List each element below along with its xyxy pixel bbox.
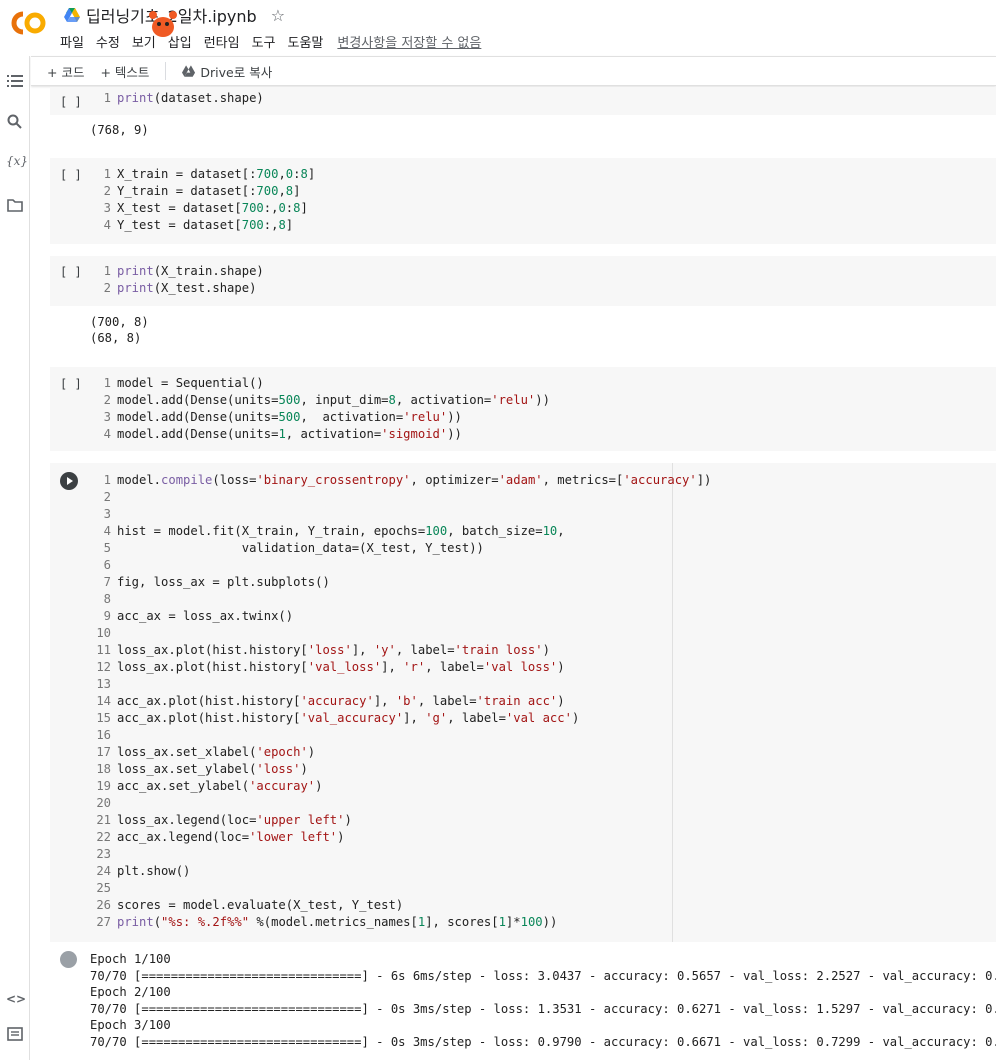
code-editor[interactable]: 1 print(X_train.shape) 2 print(X_test.shap…	[95, 263, 264, 297]
cell-output: (700, 8) (68, 8)	[90, 314, 149, 346]
menu-view[interactable]: 보기	[132, 32, 156, 51]
menu-file[interactable]: 파일	[60, 32, 84, 51]
colab-logo-icon[interactable]	[9, 10, 47, 36]
menu-bar: 파일 수정 보기 삽입 런타임 도구 도움말 변경사항을 저장할 수 없음	[60, 32, 481, 51]
output-line: 70/70 [==============================] -…	[90, 968, 996, 983]
output-line: Epoch 3/100	[90, 1018, 171, 1032]
output-line: (68, 8)	[90, 331, 142, 345]
drive-icon	[182, 65, 196, 77]
search-icon[interactable]	[6, 113, 24, 131]
add-text-button[interactable]: + 텍스트	[100, 62, 149, 81]
menu-tools[interactable]: 도구	[252, 32, 276, 51]
menu-runtime[interactable]: 런타임	[204, 32, 240, 51]
output-line: (700, 8)	[90, 315, 149, 329]
training-output: Epoch 1/100 70/70 [=====================…	[90, 951, 996, 1050]
app-header: 딥러닝기초_2일차.ipynb ☆ 파일 수정 보기 삽입 런타임 도구 도움말…	[0, 0, 996, 56]
run-cell-button[interactable]: [ ]	[60, 265, 82, 279]
code-editor[interactable]: 1 model.compile(loss='binary_crossentropy…	[95, 472, 711, 931]
output-line: Epoch 1/100	[90, 952, 171, 966]
run-cell-button[interactable]: [ ]	[60, 377, 82, 391]
star-icon[interactable]: ☆	[271, 6, 285, 25]
code-cell-3[interactable]: [ ] 1 print(X_train.shape) 2 print(X_test.…	[50, 256, 996, 306]
cell-output: (768, 9)	[90, 123, 149, 137]
left-rail: {x} <>	[0, 56, 30, 1060]
terminal-icon[interactable]	[6, 1025, 24, 1043]
menu-edit[interactable]: 수정	[96, 32, 120, 51]
toc-icon[interactable]	[6, 72, 24, 90]
notebook-content: [ ] 1 print(dataset.shape) (768, 9) [ ] 1…	[31, 87, 996, 1060]
code-cell-4[interactable]: [ ] 1 model = Sequential() 2 model.add(Den…	[50, 367, 996, 451]
run-cell-button[interactable]: [ ]	[60, 168, 82, 182]
run-cell-button[interactable]	[60, 472, 78, 490]
copy-to-drive-label: Drive로 복사	[200, 64, 273, 80]
output-avatar-icon[interactable]	[60, 951, 77, 968]
add-code-button[interactable]: + 코드	[47, 62, 84, 81]
output-line: 70/70 [==============================] -…	[90, 1034, 996, 1049]
code-cell-1[interactable]: [ ] 1 print(dataset.shape)	[50, 87, 996, 115]
code-cell-2[interactable]: [ ] 1 X_train = dataset[:700,0:8] 2 Y_trai…	[50, 158, 996, 244]
code-editor[interactable]: 1 model = Sequential() 2 model.add(Dense(u…	[95, 375, 550, 443]
output-line: 70/70 [==============================] -…	[90, 1001, 996, 1016]
code-editor[interactable]: 1 X_train = dataset[:700,0:8] 2 Y_train = …	[95, 166, 316, 234]
folder-icon[interactable]	[6, 196, 24, 214]
notebook-toolbar: + 코드 + 텍스트 Drive로 복사	[31, 56, 996, 86]
run-cell-button[interactable]: [ ]	[60, 95, 82, 109]
menu-insert[interactable]: 삽입	[168, 32, 192, 51]
code-cell-5[interactable]: 1 model.compile(loss='binary_crossentropy…	[50, 463, 996, 942]
drive-icon	[64, 8, 80, 22]
toolbar-divider	[165, 62, 167, 80]
output-line: Epoch 2/100	[90, 985, 171, 999]
copy-to-drive-button[interactable]: Drive로 복사	[182, 62, 272, 81]
menu-help[interactable]: 도움말	[288, 32, 324, 51]
variables-icon[interactable]: {x}	[6, 154, 28, 172]
code-editor[interactable]: 1 print(dataset.shape)	[95, 90, 264, 107]
code-snippets-icon[interactable]: <>	[6, 992, 26, 1010]
unsaved-changes-link[interactable]: 변경사항을 저장할 수 없음	[337, 32, 481, 51]
